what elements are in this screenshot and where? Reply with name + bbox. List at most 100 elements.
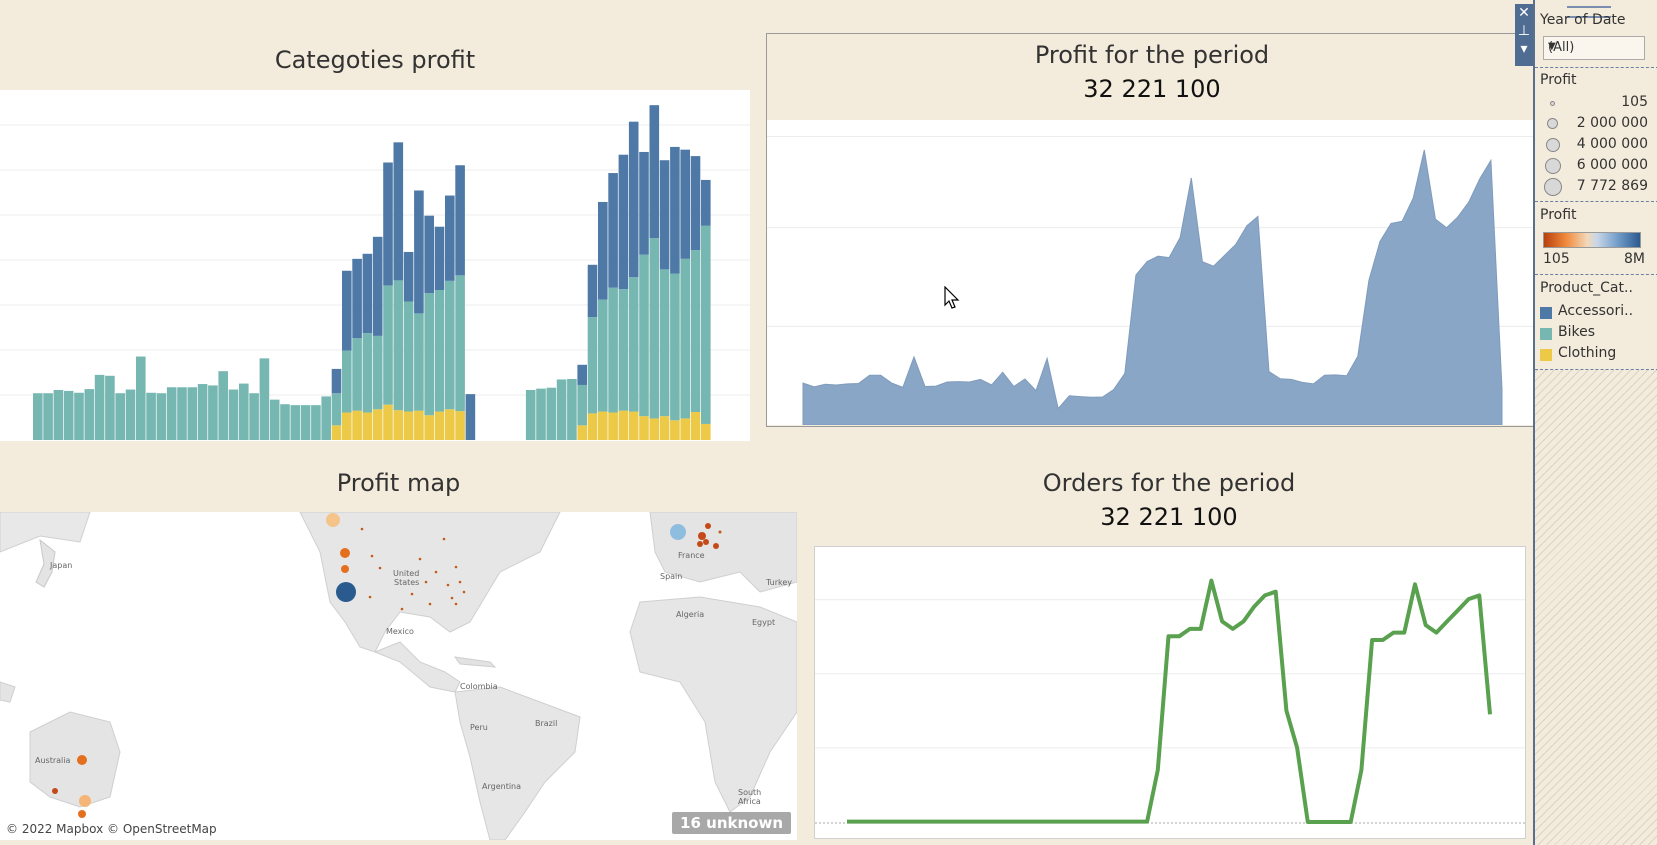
bar-bikes[interactable] [342, 350, 352, 413]
bar-bikes[interactable] [424, 293, 434, 416]
bar-clothing[interactable] [598, 411, 608, 440]
bar-bikes[interactable] [608, 287, 618, 413]
bar-bikes[interactable] [84, 389, 95, 440]
bar-bikes[interactable] [659, 269, 670, 417]
map-point[interactable] [410, 592, 414, 596]
bar-bikes[interactable] [218, 371, 228, 440]
map-point[interactable] [462, 590, 466, 594]
bar-bikes[interactable] [177, 387, 187, 440]
bar-bikes[interactable] [567, 378, 577, 440]
map-point[interactable] [434, 570, 438, 574]
bar-accessories[interactable] [639, 151, 649, 255]
bar-clothing[interactable] [414, 410, 424, 440]
bar-bikes[interactable] [403, 301, 414, 412]
bar-accessories[interactable] [455, 165, 465, 276]
size-legend-item[interactable]: 7 772 869 [1540, 177, 1654, 197]
map-point[interactable] [52, 788, 58, 794]
bar-bikes[interactable] [94, 374, 105, 440]
map-point[interactable] [670, 524, 686, 540]
profit-area[interactable] [802, 149, 1503, 425]
bar-clothing[interactable] [628, 411, 639, 440]
bar-bikes[interactable] [311, 405, 321, 440]
bar-accessories[interactable] [618, 154, 629, 290]
bar-clothing[interactable] [639, 416, 649, 440]
bar-bikes[interactable] [577, 384, 587, 426]
bar-bikes[interactable] [280, 404, 290, 440]
bar-bikes[interactable] [434, 290, 445, 412]
map-point[interactable] [428, 602, 432, 606]
bar-accessories[interactable] [628, 121, 639, 278]
map-point[interactable] [718, 530, 722, 534]
size-legend-item[interactable]: 105 [1540, 93, 1654, 113]
map-point[interactable] [424, 580, 428, 584]
bar-bikes[interactable] [525, 390, 536, 440]
map-point[interactable] [78, 810, 86, 818]
bar-bikes[interactable] [259, 358, 270, 440]
bar-accessories[interactable] [424, 215, 434, 294]
map-point[interactable] [79, 795, 91, 807]
bar-clothing[interactable] [455, 411, 465, 440]
map-point[interactable] [341, 565, 349, 573]
bar-clothing[interactable] [587, 413, 598, 440]
bar-clothing[interactable] [393, 410, 404, 440]
bar-accessories[interactable] [577, 364, 587, 385]
bar-bikes[interactable] [208, 385, 218, 440]
bar-bikes[interactable] [166, 387, 177, 440]
bar-accessories[interactable] [690, 156, 701, 251]
bar-bikes[interactable] [228, 389, 239, 440]
bar-clothing[interactable] [383, 404, 393, 440]
bar-clothing[interactable] [372, 409, 383, 440]
bar-bikes[interactable] [362, 333, 373, 413]
bar-accessories[interactable] [414, 190, 424, 314]
bar-accessories[interactable] [670, 146, 680, 274]
map-point[interactable] [418, 557, 422, 561]
bar-bikes[interactable] [587, 317, 598, 414]
bar-clothing[interactable] [445, 409, 455, 440]
bar-bikes[interactable] [546, 387, 557, 440]
bar-clothing[interactable] [352, 410, 362, 440]
bar-bikes[interactable] [300, 405, 311, 440]
map-point[interactable] [697, 541, 703, 547]
bar-bikes[interactable] [414, 313, 424, 411]
bar-clothing[interactable] [618, 410, 629, 440]
bar-accessories[interactable] [445, 195, 455, 281]
bar-accessories[interactable] [434, 226, 445, 291]
map-point[interactable] [713, 543, 719, 549]
bar-bikes[interactable] [556, 379, 567, 440]
bar-clothing[interactable] [362, 412, 373, 440]
bar-accessories[interactable] [352, 258, 362, 339]
bar-clothing[interactable] [649, 418, 660, 440]
bar-bikes[interactable] [290, 405, 301, 440]
bar-bikes[interactable] [690, 250, 701, 413]
year-filter-dropdown[interactable]: (All) ▼ [1543, 36, 1645, 60]
bar-bikes[interactable] [53, 390, 64, 440]
size-legend-item[interactable]: 4 000 000 [1540, 135, 1654, 155]
bar-bikes[interactable] [146, 392, 156, 440]
map-point[interactable] [450, 596, 454, 600]
orders-line[interactable] [847, 578, 1492, 824]
bar-bikes[interactable] [649, 238, 660, 419]
bar-bikes[interactable] [43, 393, 53, 440]
size-legend-item[interactable]: 2 000 000 [1540, 114, 1654, 134]
bar-clothing[interactable] [577, 425, 587, 440]
bar-accessories[interactable] [598, 201, 608, 300]
map-point[interactable] [458, 580, 462, 584]
bar-accessories[interactable] [383, 162, 393, 286]
bar-clothing[interactable] [434, 411, 445, 440]
map-point[interactable] [705, 523, 711, 529]
bar-clothing[interactable] [680, 418, 690, 440]
close-icon[interactable]: ✕ [1515, 4, 1533, 22]
bar-bikes[interactable] [269, 399, 280, 440]
map-point[interactable] [77, 755, 87, 765]
size-legend-item[interactable]: 6 000 000 [1540, 156, 1654, 176]
bar-clothing[interactable] [659, 416, 670, 440]
bar-bikes[interactable] [331, 393, 342, 426]
bar-accessories[interactable] [608, 173, 618, 288]
bar-bikes[interactable] [33, 393, 43, 440]
map-point[interactable] [698, 532, 706, 540]
bar-bikes[interactable] [63, 390, 74, 440]
bar-bikes[interactable] [598, 299, 608, 412]
bar-bikes[interactable] [393, 280, 404, 411]
bar-bikes[interactable] [136, 356, 146, 440]
bar-clothing[interactable] [342, 412, 352, 440]
